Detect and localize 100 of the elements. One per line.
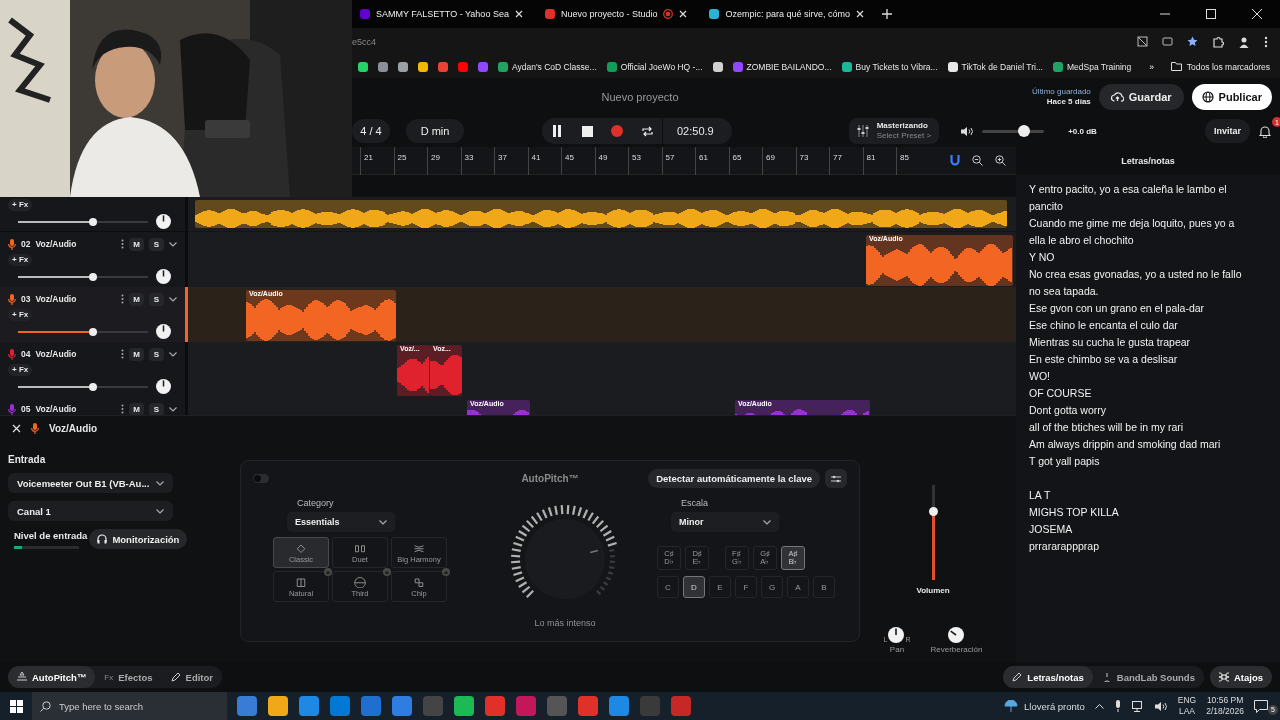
taskbar-app-icon[interactable] [392, 696, 412, 716]
solo-button[interactable]: S [149, 347, 164, 361]
key-button[interactable]: E [709, 576, 731, 598]
bookmark-icon[interactable] [398, 61, 408, 72]
weather-widget[interactable]: Lloverá pronto [1004, 699, 1085, 713]
key-button[interactable]: G [761, 576, 783, 598]
detect-key-button[interactable]: Detectar automáticamente la clave [648, 469, 820, 488]
track-header[interactable]: 04 Voz/Audio M S + Fx [0, 342, 185, 400]
bookmark-link[interactable]: ZOMBIE BAILANDO... [732, 61, 832, 72]
keyboard-layout[interactable]: LAA [1178, 706, 1195, 717]
key-button[interactable]: A [787, 576, 809, 598]
kebab-menu-icon[interactable] [1264, 35, 1268, 48]
track-header[interactable]: 05 Voz/Audio M S [0, 397, 185, 415]
lyrics-panel[interactable] [1016, 175, 1280, 662]
pan-knob[interactable] [888, 627, 905, 643]
side-panel-tab[interactable]: BandLab Sounds [1092, 666, 1204, 688]
mute-button[interactable]: M [129, 237, 144, 251]
editor-tab[interactable]: AutoPitch™ [8, 666, 96, 688]
screen-icon[interactable] [1162, 36, 1173, 47]
track-header[interactable]: 02 Voz/Audio M S + Fx [0, 232, 185, 290]
close-icon[interactable] [856, 10, 865, 18]
star-icon[interactable] [1187, 36, 1198, 47]
save-button[interactable]: Guardar [1098, 83, 1184, 110]
side-panel-tab[interactable]: Letras/notas [1003, 666, 1093, 688]
fader-thumb[interactable] [928, 506, 938, 516]
channel-dropdown[interactable]: Canal 1 [8, 501, 173, 521]
volume-slider[interactable] [18, 220, 148, 223]
microphone-icon[interactable] [1113, 700, 1122, 712]
taskbar-app-icon[interactable] [330, 696, 350, 716]
browser-tab[interactable]: Ozempic: para qué sirve, cómo [701, 2, 873, 26]
solo-button[interactable]: S [149, 237, 164, 251]
bookmark-link[interactable]: Aydan's CoD Classe... [498, 61, 597, 72]
clock-time[interactable]: 10:56 PM [1206, 695, 1244, 706]
key-button[interactable]: B [813, 576, 835, 598]
volume-fader[interactable] [931, 485, 935, 580]
reverb-knob[interactable] [948, 627, 965, 643]
bookmark-link[interactable]: MedSpa Training [1053, 61, 1132, 72]
notification-center-icon[interactable] [1254, 699, 1268, 713]
publish-button[interactable]: Publicar [1191, 83, 1272, 110]
pan-knob[interactable] [156, 324, 171, 339]
settings-button[interactable] [825, 469, 847, 488]
taskbar-app-icon[interactable] [299, 696, 319, 716]
toggle-switch[interactable] [253, 474, 269, 483]
add-effect-button[interactable]: + Fx [8, 309, 33, 321]
bookmark-icon[interactable] [378, 61, 388, 72]
bookmark-icon[interactable] [358, 61, 368, 72]
chevron-up-icon[interactable] [1094, 703, 1104, 709]
input-device-dropdown[interactable]: Voicemeeter Out B1 (VB-Au... [8, 473, 173, 493]
taskbar-app-icon[interactable] [268, 696, 288, 716]
volume-slider[interactable] [18, 330, 148, 333]
monitoring-button[interactable]: Monitorización [89, 529, 188, 549]
start-icon[interactable] [9, 699, 23, 713]
category-dropdown[interactable]: Essentials [287, 512, 395, 532]
taskbar-app-icon[interactable] [609, 696, 629, 716]
zoom-in-icon[interactable] [995, 155, 1006, 166]
add-effect-button[interactable]: + Fx [8, 254, 33, 266]
audio-clip[interactable] [195, 200, 1007, 228]
slider-thumb[interactable] [89, 382, 98, 391]
network-icon[interactable] [1131, 700, 1145, 712]
speaker-icon[interactable] [1154, 700, 1168, 712]
close-icon[interactable] [679, 10, 688, 18]
scale-dropdown[interactable]: Minor [671, 512, 779, 532]
track-header[interactable]: + Fx [0, 197, 185, 232]
magnet-icon[interactable] [950, 155, 960, 166]
search-field[interactable]: Type here to search [32, 692, 227, 720]
kebab-menu-icon[interactable] [121, 404, 124, 414]
mastering-button[interactable]: Masterizando Select Preset > [848, 118, 940, 144]
kebab-menu-icon[interactable] [121, 349, 124, 359]
close-icon[interactable] [12, 423, 21, 433]
bookmark-icon[interactable] [712, 61, 723, 72]
extension-icon[interactable] [1137, 36, 1148, 47]
puzzle-icon[interactable] [1212, 35, 1224, 48]
profile-icon[interactable] [1238, 35, 1250, 48]
slider-thumb[interactable] [1018, 124, 1031, 137]
solo-button[interactable]: S [149, 292, 164, 306]
editor-tab[interactable]: Fx Efectos [95, 666, 162, 688]
bookmark-link[interactable]: TikTok de Daniel Tri... [947, 61, 1043, 72]
track-header[interactable]: 03 Voz/Audio M S + Fx [0, 287, 185, 345]
slider-thumb[interactable] [89, 327, 98, 336]
pan-knob[interactable] [156, 214, 171, 229]
bookmark-icon[interactable] [418, 61, 428, 72]
shortcuts-button[interactable]: Atajos [1209, 666, 1272, 688]
key-button[interactable]: D [683, 576, 705, 598]
kebab-menu-icon[interactable] [121, 294, 124, 304]
slider-thumb[interactable] [89, 217, 98, 226]
speaker-icon[interactable] [961, 125, 975, 137]
taskbar-app-icon[interactable] [237, 696, 257, 716]
editor-tab[interactable]: Editor [161, 666, 223, 688]
more-bookmarks-button[interactable]: » [1149, 61, 1154, 72]
pan-knob[interactable] [156, 379, 171, 394]
mute-button[interactable]: M [129, 347, 144, 361]
key-button[interactable]: F [735, 576, 757, 598]
new-tab-icon[interactable] [882, 9, 893, 19]
add-effect-button[interactable]: + Fx [8, 199, 33, 211]
slider-thumb[interactable] [89, 272, 98, 281]
taskbar-app-icon[interactable] [454, 696, 474, 716]
key-button[interactable]: D min [406, 119, 464, 143]
key-button[interactable]: C [657, 576, 679, 598]
mute-button[interactable]: M [129, 292, 144, 306]
close-icon[interactable] [514, 10, 523, 18]
